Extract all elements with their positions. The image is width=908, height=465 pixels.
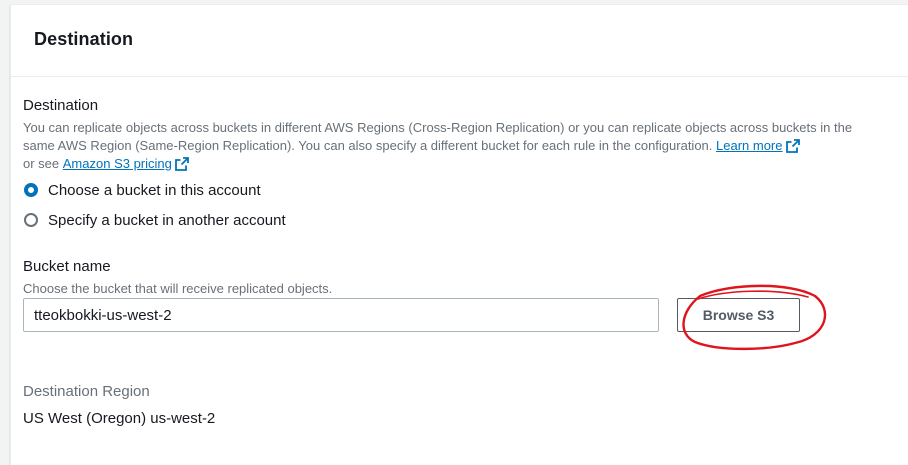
radio-this-account[interactable]: Choose a bucket in this account <box>24 179 261 201</box>
destination-label: Destination <box>23 97 99 114</box>
s3-pricing-link[interactable]: Amazon S3 pricing <box>63 155 189 173</box>
destination-region-label: Destination Region <box>23 383 150 400</box>
external-link-icon <box>785 139 800 153</box>
bucket-name-label: Bucket name <box>23 258 111 275</box>
radio-this-account-label: Choose a bucket in this account <box>48 181 261 199</box>
browse-s3-button[interactable]: Browse S3 <box>677 298 800 332</box>
panel-header: Destination <box>11 5 908 77</box>
radio-selected-icon[interactable] <box>24 183 38 197</box>
bucket-name-description: Choose the bucket that will receive repl… <box>23 281 333 296</box>
panel-title: Destination <box>34 29 134 49</box>
s3-pricing-label: Amazon S3 pricing <box>62 156 172 171</box>
bucket-name-input[interactable] <box>23 298 659 332</box>
radio-unselected-icon[interactable] <box>24 213 38 227</box>
destination-region-value: US West (Oregon) us-west-2 <box>23 410 216 427</box>
external-link-icon <box>174 157 189 171</box>
radio-another-account[interactable]: Specify a bucket in another account <box>24 209 286 231</box>
radio-another-account-label: Specify a bucket in another account <box>48 211 286 229</box>
or-see-text: or see <box>23 156 60 171</box>
learn-more-label: Learn more <box>716 138 783 153</box>
destination-description: You can replicate objects across buckets… <box>23 119 883 173</box>
learn-more-link[interactable]: Learn more <box>716 137 800 155</box>
